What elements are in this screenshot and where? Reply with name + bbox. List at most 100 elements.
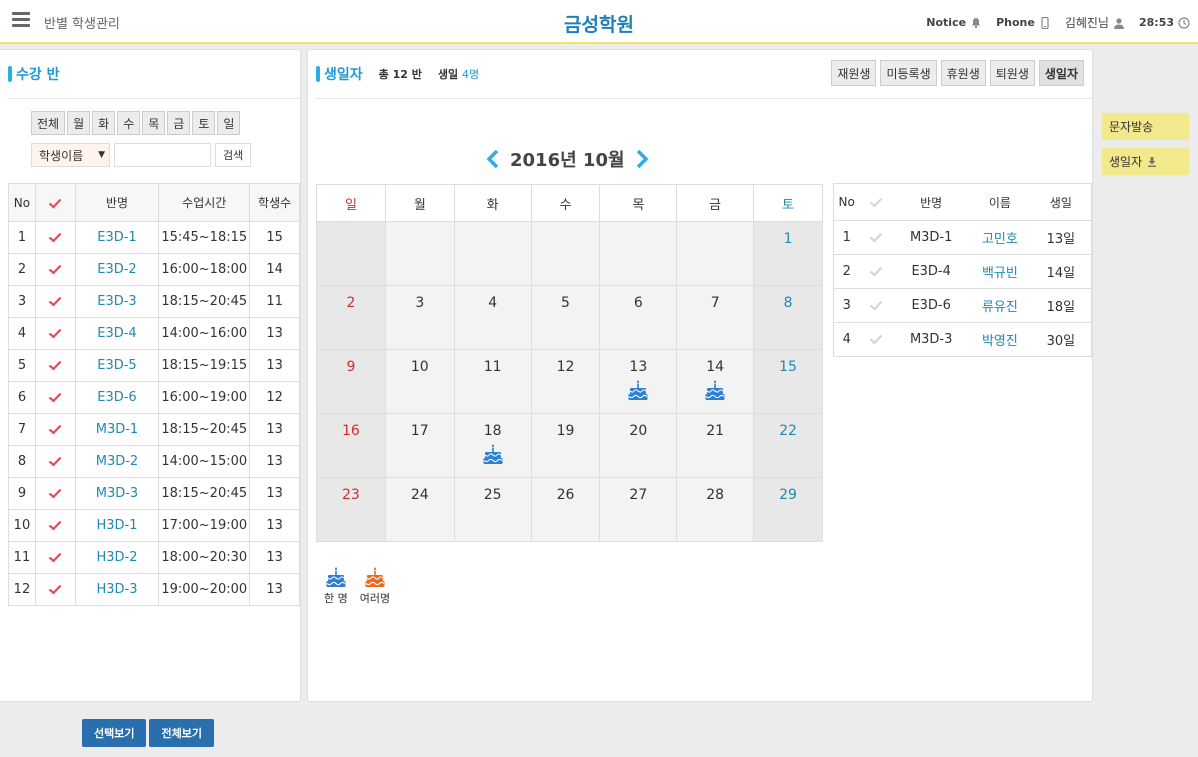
select-view-button[interactable]: 선택보기 xyxy=(82,719,147,747)
table-row[interactable]: 7 M3D-1 18:15~20:45 13 xyxy=(8,413,300,446)
table-row[interactable]: 8 M3D-2 14:00~15:00 13 xyxy=(8,445,300,478)
calendar-day[interactable]: 11 xyxy=(453,349,532,414)
status-button-1[interactable]: 미등록생 xyxy=(880,60,937,86)
calendar-day[interactable]: 16 xyxy=(316,413,386,478)
table-row[interactable]: 5 E3D-5 18:15~19:15 13 xyxy=(8,349,300,382)
day-filter-button-0[interactable]: 전체 xyxy=(31,111,66,135)
row-check[interactable] xyxy=(34,285,76,318)
row-class-name[interactable]: E3D-4 xyxy=(74,317,160,350)
row-check[interactable] xyxy=(34,381,76,414)
send-sms-button[interactable]: 문자발송 xyxy=(1102,113,1189,140)
row-student-name[interactable]: 고민호 xyxy=(969,220,1031,255)
calendar-day[interactable]: 28 xyxy=(676,477,755,542)
calendar-day[interactable]: 14 xyxy=(676,349,755,414)
row-student-name[interactable]: 박영진 xyxy=(969,322,1031,357)
calendar-day[interactable]: 22 xyxy=(753,413,823,478)
row-class-name[interactable]: M3D-2 xyxy=(74,445,160,478)
calendar-day[interactable]: 10 xyxy=(384,349,455,414)
status-button-2[interactable]: 휴원생 xyxy=(940,60,986,86)
all-view-button[interactable]: 전체보기 xyxy=(149,719,214,747)
calendar-day[interactable]: 17 xyxy=(384,413,455,478)
day-filter-button-7[interactable]: 일 xyxy=(217,111,241,135)
birthday-download-button[interactable]: 생일자 xyxy=(1102,148,1189,175)
row-class-name[interactable]: E3D-1 xyxy=(74,221,160,254)
table-row[interactable]: 3 E3D-6 류유진 18일 xyxy=(833,288,1092,323)
menu-icon[interactable] xyxy=(12,12,30,28)
row-class-name[interactable]: M3D-3 xyxy=(74,477,160,510)
calendar-day[interactable]: 18 xyxy=(453,413,532,478)
col-check[interactable] xyxy=(34,183,76,222)
row-check[interactable] xyxy=(859,254,894,289)
row-check[interactable] xyxy=(34,445,76,478)
birthday-cake-icon[interactable] xyxy=(483,443,503,465)
row-check[interactable] xyxy=(859,220,894,255)
day-filter-button-1[interactable]: 월 xyxy=(67,111,91,135)
calendar-day[interactable]: 9 xyxy=(316,349,386,414)
row-check[interactable] xyxy=(34,413,76,446)
search-button[interactable]: 검색 xyxy=(215,143,252,167)
calendar-day[interactable]: 7 xyxy=(676,285,755,350)
calendar-day[interactable]: 4 xyxy=(453,285,532,350)
day-filter-button-6[interactable]: 토 xyxy=(192,111,216,135)
table-row[interactable]: 2 E3D-4 백규빈 14일 xyxy=(833,254,1092,289)
search-type-select[interactable]: 학생이름 ▼ xyxy=(31,143,110,167)
birthday-cake-icon[interactable] xyxy=(628,379,648,401)
status-button-4[interactable]: 생일자 xyxy=(1038,60,1084,86)
table-row[interactable]: 2 E3D-2 16:00~18:00 14 xyxy=(8,253,300,286)
row-check[interactable] xyxy=(34,221,76,254)
next-month-icon[interactable] xyxy=(635,149,649,169)
row-check[interactable] xyxy=(34,253,76,286)
birthday-cake-icon[interactable] xyxy=(705,379,725,401)
row-class-name[interactable]: E3D-6 xyxy=(74,381,160,414)
table-row[interactable]: 4 M3D-3 박영진 30일 xyxy=(833,322,1092,357)
day-filter-button-2[interactable]: 화 xyxy=(92,111,116,135)
day-filter-button-4[interactable]: 목 xyxy=(142,111,166,135)
calendar-day[interactable]: 8 xyxy=(753,285,823,350)
row-student-name[interactable]: 류유진 xyxy=(969,288,1031,323)
row-class-name[interactable]: E3D-5 xyxy=(74,349,160,382)
row-check[interactable] xyxy=(859,322,894,357)
row-check[interactable] xyxy=(34,509,76,542)
phone-link[interactable]: Phone xyxy=(996,16,1051,29)
status-button-3[interactable]: 퇴원생 xyxy=(989,60,1035,86)
calendar-day[interactable]: 15 xyxy=(753,349,823,414)
calendar-day[interactable]: 29 xyxy=(753,477,823,542)
row-class-name[interactable]: H3D-2 xyxy=(74,541,160,574)
calendar-day[interactable]: 13 xyxy=(599,349,678,414)
row-check[interactable] xyxy=(34,317,76,350)
calendar-day[interactable]: 23 xyxy=(316,477,386,542)
table-row[interactable]: 6 E3D-6 16:00~19:00 12 xyxy=(8,381,300,414)
calendar-day[interactable]: 6 xyxy=(599,285,678,350)
row-class-name[interactable]: E3D-3 xyxy=(74,285,160,318)
table-row[interactable]: 1 E3D-1 15:45~18:15 15 xyxy=(8,221,300,254)
calendar-day[interactable]: 21 xyxy=(676,413,755,478)
calendar-day[interactable]: 26 xyxy=(530,477,601,542)
day-filter-button-3[interactable]: 수 xyxy=(117,111,141,135)
calendar-day[interactable]: 1 xyxy=(753,221,823,286)
table-row[interactable]: 12 H3D-3 19:00~20:00 13 xyxy=(8,573,300,606)
prev-month-icon[interactable] xyxy=(486,149,500,169)
calendar-day[interactable]: 19 xyxy=(530,413,601,478)
calendar-day[interactable]: 27 xyxy=(599,477,678,542)
row-class-name[interactable]: M3D-1 xyxy=(74,413,160,446)
table-row[interactable]: 10 H3D-1 17:00~19:00 13 xyxy=(8,509,300,542)
table-row[interactable]: 9 M3D-3 18:15~20:45 13 xyxy=(8,477,300,510)
row-check[interactable] xyxy=(34,349,76,382)
calendar-day[interactable]: 2 xyxy=(316,285,386,350)
table-row[interactable]: 1 M3D-1 고민호 13일 xyxy=(833,220,1092,255)
row-class-name[interactable]: E3D-2 xyxy=(74,253,160,286)
row-check[interactable] xyxy=(34,541,76,574)
calendar-day[interactable]: 3 xyxy=(384,285,455,350)
table-row[interactable]: 4 E3D-4 14:00~16:00 13 xyxy=(8,317,300,350)
row-class-name[interactable]: H3D-3 xyxy=(74,573,160,606)
row-check[interactable] xyxy=(34,573,76,606)
day-filter-button-5[interactable]: 금 xyxy=(167,111,191,135)
row-class-name[interactable]: H3D-1 xyxy=(74,509,160,542)
table-row[interactable]: 11 H3D-2 18:00~20:30 13 xyxy=(8,541,300,574)
col-check[interactable] xyxy=(859,183,894,221)
calendar-day[interactable]: 20 xyxy=(599,413,678,478)
row-check[interactable] xyxy=(859,288,894,323)
search-input[interactable] xyxy=(114,143,211,167)
calendar-day[interactable]: 24 xyxy=(384,477,455,542)
user-menu[interactable]: 김혜진님 xyxy=(1065,14,1125,31)
